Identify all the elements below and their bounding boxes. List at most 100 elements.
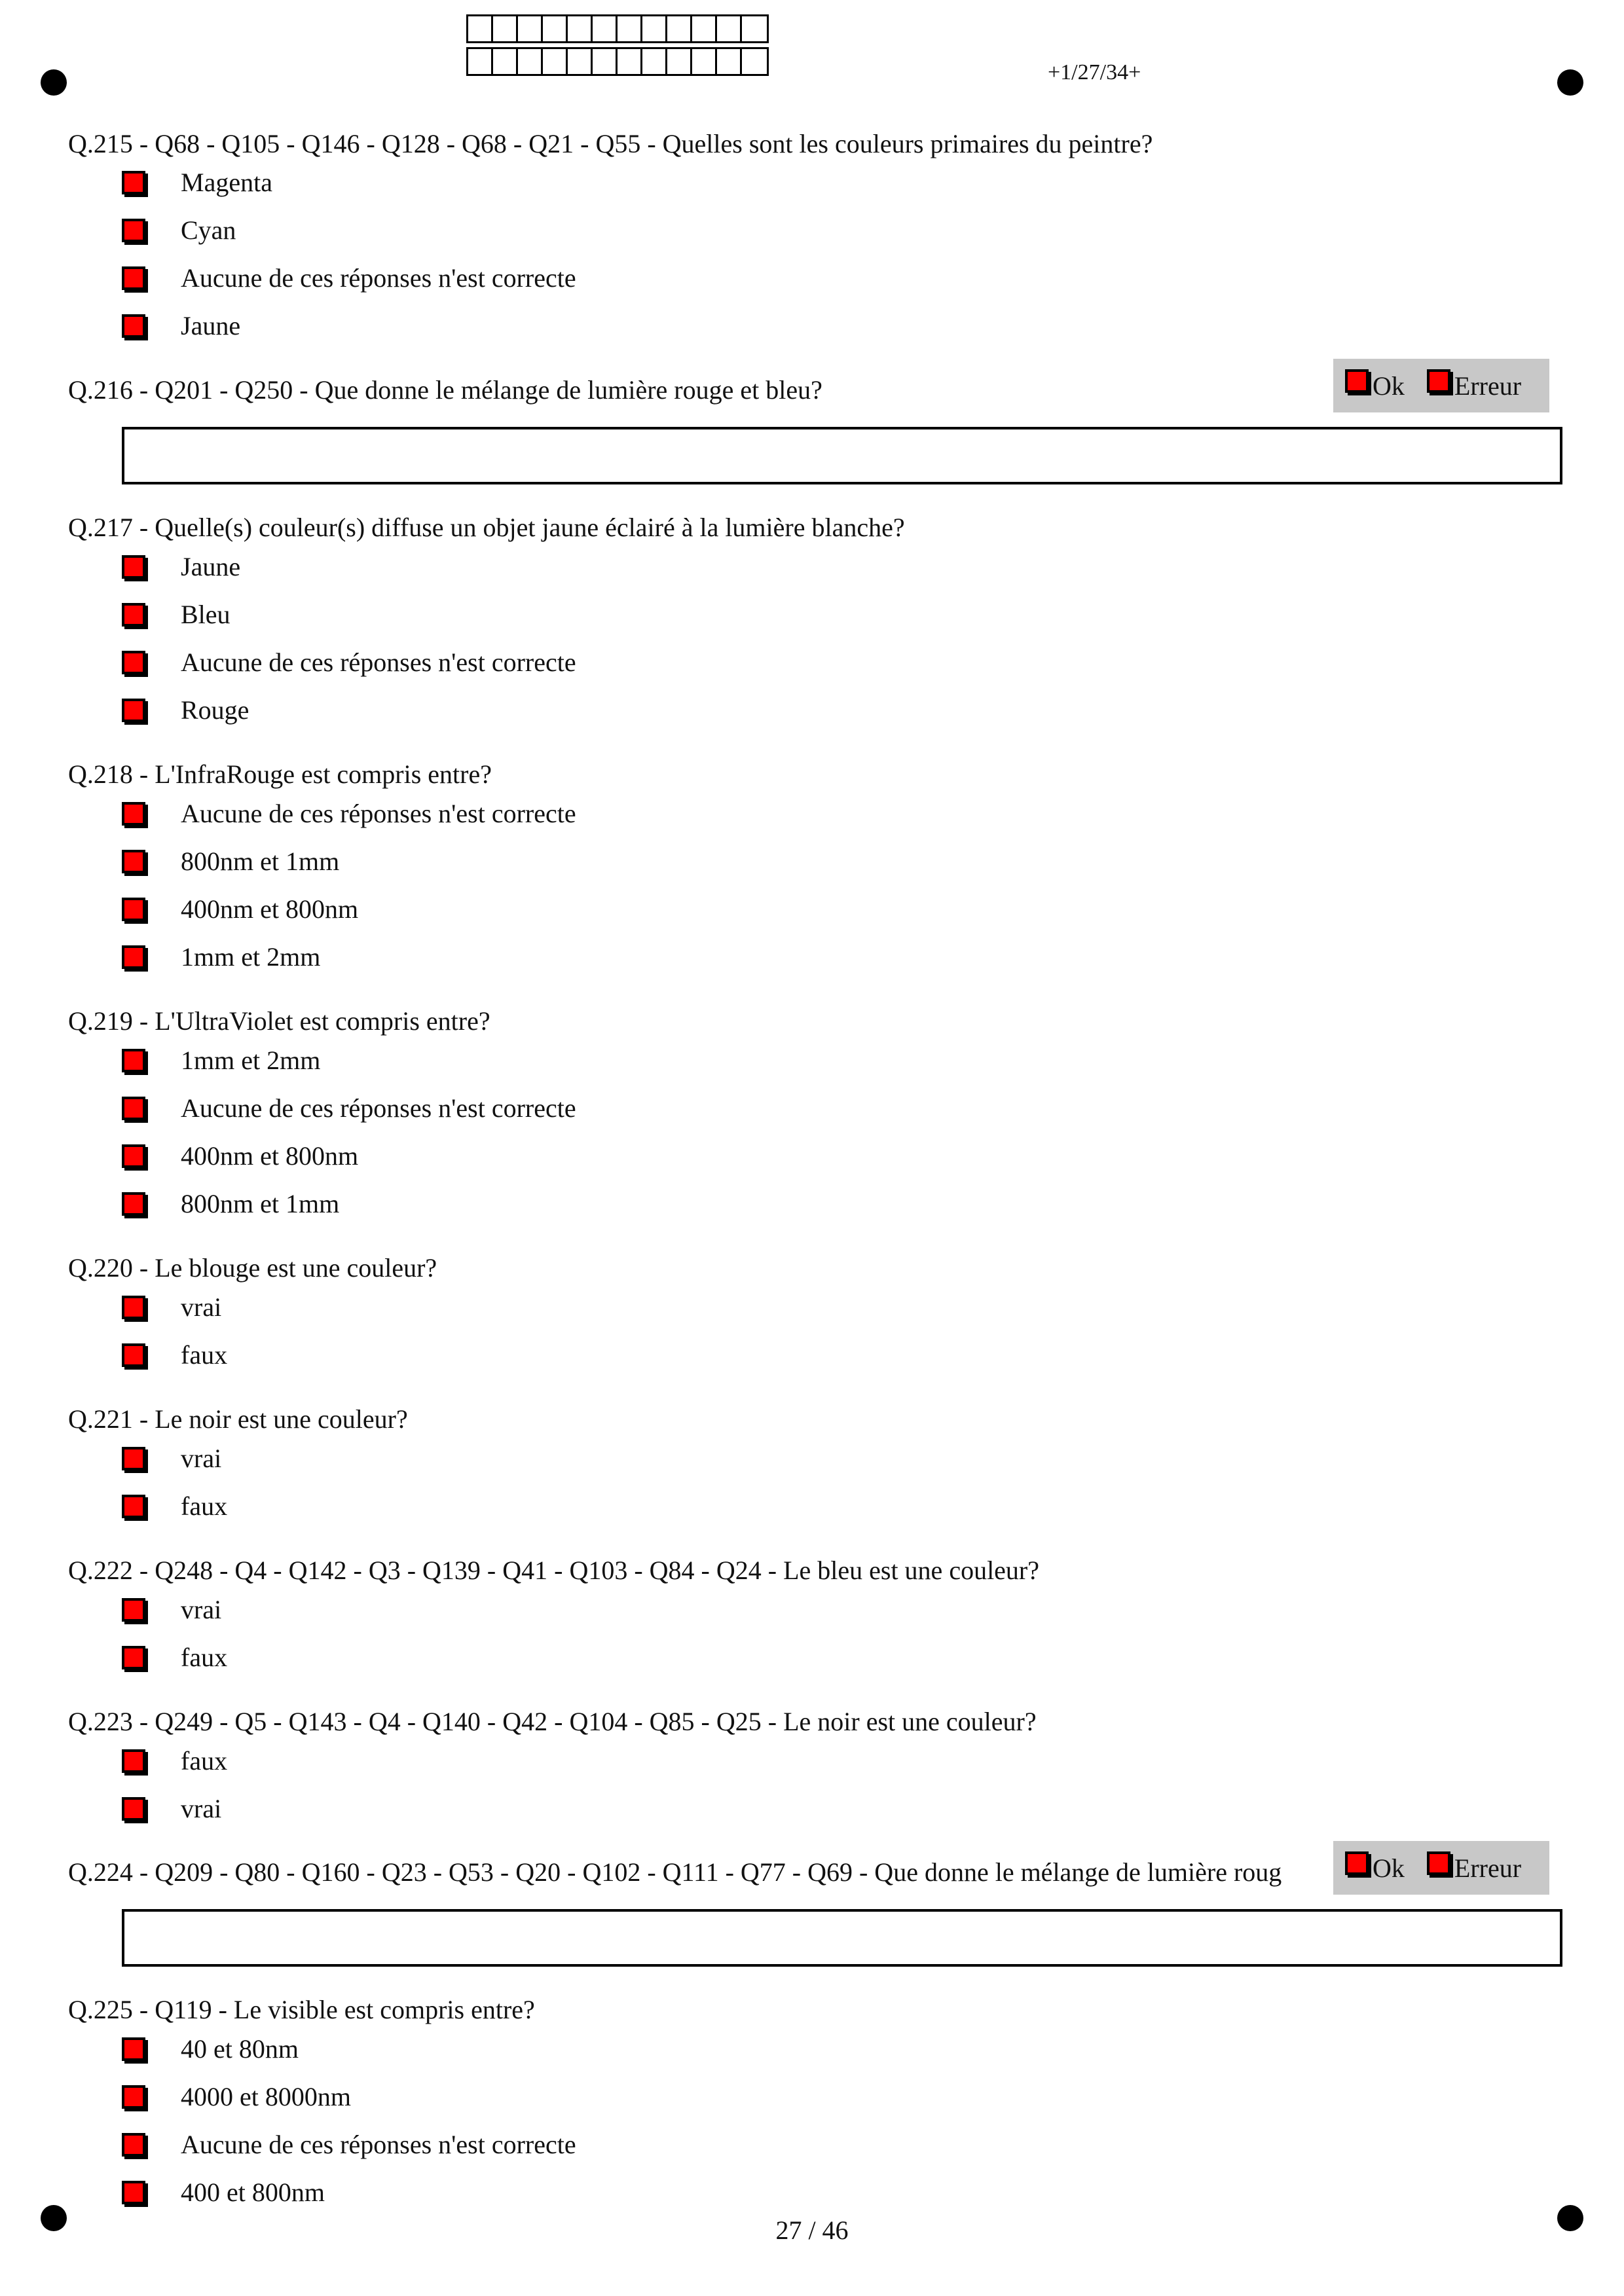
- question-216: Q.216 - Q201 - Q250 - Que donne le mélan…: [68, 375, 822, 405]
- answer-checkbox[interactable]: [122, 2085, 145, 2109]
- page-number: 27 / 46: [775, 2215, 849, 2245]
- student-id-grid-row-2: [466, 47, 769, 76]
- option-label: 400nm et 800nm: [181, 894, 359, 924]
- question-217: Q.217 - Quelle(s) couleur(s) diffuse un …: [68, 513, 905, 542]
- option-row[interactable]: faux: [122, 1643, 227, 1673]
- answer-box[interactable]: [122, 427, 1562, 484]
- option-row[interactable]: 40 et 80nm: [122, 2034, 299, 2064]
- option-label: 400nm et 800nm: [181, 1141, 359, 1171]
- answer-checkbox[interactable]: [122, 1343, 145, 1367]
- answer-checkbox[interactable]: [122, 898, 145, 921]
- answer-checkbox[interactable]: [122, 1192, 145, 1216]
- option-label: vrai: [181, 1292, 222, 1322]
- answer-checkbox[interactable]: [122, 1749, 145, 1773]
- option-row[interactable]: vrai: [122, 1292, 221, 1322]
- answer-checkbox[interactable]: [122, 266, 145, 290]
- student-id-grid-row-1: [466, 14, 769, 43]
- option-row[interactable]: Magenta: [122, 168, 272, 198]
- page-code: +1/27/34+: [1048, 60, 1141, 84]
- option-label: Jaune: [181, 311, 241, 340]
- answer-checkbox[interactable]: [122, 699, 145, 722]
- answer-checkbox[interactable]: [122, 555, 145, 579]
- option-row[interactable]: 400 et 800nm: [122, 2178, 325, 2208]
- option-label: 1mm et 2mm: [181, 942, 321, 972]
- question-218: Q.218 - L'InfraRouge est compris entre?: [68, 759, 492, 789]
- question-220: Q.220 - Le blouge est une couleur?: [68, 1253, 437, 1283]
- option-label: Aucune de ces réponses n'est correcte: [181, 263, 576, 293]
- option-row[interactable]: Aucune de ces réponses n'est correcte: [122, 647, 576, 678]
- error-checkbox[interactable]: [1426, 1851, 1450, 1875]
- option-row[interactable]: 1mm et 2mm: [122, 1046, 320, 1076]
- option-row[interactable]: 400nm et 800nm: [122, 894, 358, 924]
- answer-checkbox[interactable]: [122, 1495, 145, 1518]
- option-row[interactable]: vrai: [122, 1444, 221, 1474]
- option-row[interactable]: vrai: [122, 1794, 221, 1824]
- ok-checkbox[interactable]: [1345, 1851, 1369, 1875]
- answer-checkbox[interactable]: [122, 1447, 145, 1470]
- answer-checkbox[interactable]: [122, 2133, 145, 2157]
- option-label: Bleu: [181, 600, 231, 629]
- answer-checkbox[interactable]: [122, 1049, 145, 1072]
- option-row[interactable]: Jaune: [122, 552, 240, 582]
- answer-checkbox[interactable]: [122, 2037, 145, 2061]
- answer-checkbox[interactable]: [122, 651, 145, 674]
- option-row[interactable]: Aucune de ces réponses n'est correcte: [122, 263, 576, 293]
- corner-mark-top-left: [41, 69, 67, 96]
- answer-checkbox[interactable]: [122, 219, 145, 242]
- error-checkbox[interactable]: [1426, 369, 1450, 393]
- answer-checkbox[interactable]: [122, 1646, 145, 1669]
- option-row[interactable]: Aucune de ces réponses n'est correcte: [122, 2130, 576, 2160]
- option-label: Aucune de ces réponses n'est correcte: [181, 2130, 576, 2159]
- option-label: Rouge: [181, 695, 249, 725]
- ok-checkbox[interactable]: [1345, 369, 1369, 393]
- option-row[interactable]: 800nm et 1mm: [122, 1189, 339, 1219]
- answer-checkbox[interactable]: [122, 1598, 145, 1622]
- answer-checkbox[interactable]: [122, 1797, 145, 1821]
- question-219: Q.219 - L'UltraViolet est compris entre?: [68, 1006, 490, 1036]
- option-row[interactable]: 1mm et 2mm: [122, 942, 320, 972]
- option-label: vrai: [181, 1444, 222, 1473]
- question-223: Q.223 - Q249 - Q5 - Q143 - Q4 - Q140 - Q…: [68, 1707, 1037, 1736]
- answer-checkbox[interactable]: [122, 2181, 145, 2204]
- option-row[interactable]: faux: [122, 1340, 227, 1370]
- option-row[interactable]: Rouge: [122, 695, 249, 725]
- option-row[interactable]: 800nm et 1mm: [122, 847, 339, 877]
- question-221: Q.221 - Le noir est une couleur?: [68, 1404, 408, 1434]
- ok-label: Ok: [1373, 1853, 1405, 1883]
- option-row[interactable]: vrai: [122, 1595, 221, 1625]
- option-label: faux: [181, 1491, 228, 1521]
- answer-checkbox[interactable]: [122, 945, 145, 969]
- option-label: 40 et 80nm: [181, 2034, 299, 2064]
- question-225: Q.225 - Q119 - Le visible est compris en…: [68, 1995, 535, 2024]
- grading-panel: Ok Erreur: [1333, 359, 1549, 412]
- option-row[interactable]: Aucune de ces réponses n'est correcte: [122, 799, 576, 829]
- answer-checkbox[interactable]: [122, 1097, 145, 1120]
- ok-label: Ok: [1373, 371, 1405, 401]
- error-label: Erreur: [1454, 1853, 1522, 1883]
- error-label: Erreur: [1454, 371, 1522, 401]
- answer-checkbox[interactable]: [122, 314, 145, 338]
- answer-box[interactable]: [122, 1909, 1562, 1967]
- option-label: 400 et 800nm: [181, 2178, 325, 2207]
- option-label: 800nm et 1mm: [181, 847, 340, 876]
- answer-checkbox[interactable]: [122, 171, 145, 194]
- option-label: 1mm et 2mm: [181, 1046, 321, 1075]
- option-label: Aucune de ces réponses n'est correcte: [181, 799, 576, 828]
- option-row[interactable]: faux: [122, 1491, 227, 1522]
- option-label: faux: [181, 1746, 228, 1776]
- answer-checkbox[interactable]: [122, 850, 145, 873]
- option-label: 800nm et 1mm: [181, 1189, 340, 1218]
- answer-checkbox[interactable]: [122, 1144, 145, 1168]
- option-row[interactable]: 4000 et 8000nm: [122, 2082, 351, 2112]
- option-label: faux: [181, 1643, 228, 1672]
- option-label: Magenta: [181, 168, 272, 197]
- option-row[interactable]: Bleu: [122, 600, 231, 630]
- answer-checkbox[interactable]: [122, 603, 145, 627]
- option-row[interactable]: 400nm et 800nm: [122, 1141, 358, 1171]
- answer-checkbox[interactable]: [122, 802, 145, 826]
- option-row[interactable]: faux: [122, 1746, 227, 1776]
- option-row[interactable]: Aucune de ces réponses n'est correcte: [122, 1093, 576, 1123]
- answer-checkbox[interactable]: [122, 1296, 145, 1319]
- option-row[interactable]: Cyan: [122, 215, 236, 246]
- option-row[interactable]: Jaune: [122, 311, 240, 341]
